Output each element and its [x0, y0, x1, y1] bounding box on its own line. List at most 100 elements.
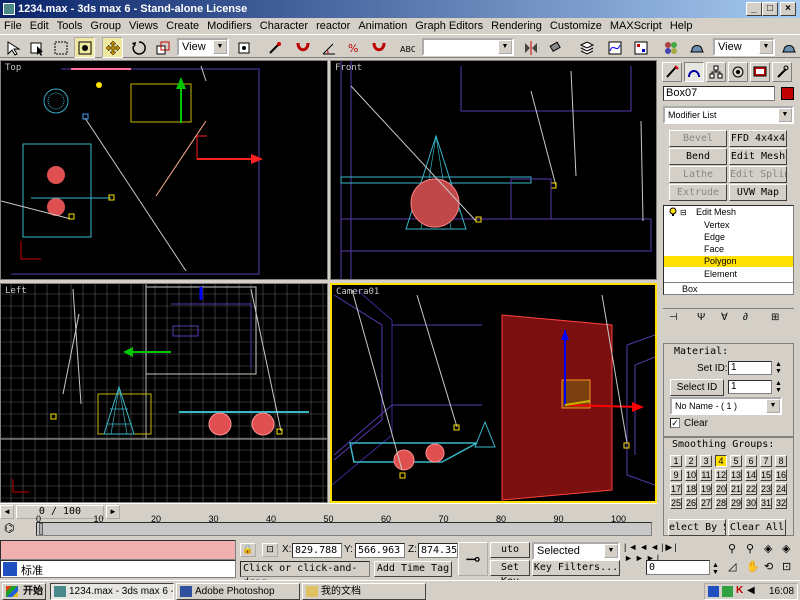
render-type-dropdown[interactable]: View ▼ — [713, 38, 775, 56]
stack-subobject-polygon[interactable]: Polygon — [664, 256, 793, 267]
edit-named-selection-icon[interactable]: ABC — [396, 37, 417, 58]
play-icon[interactable]: ▶ — [665, 542, 674, 552]
select-by-name-icon[interactable] — [26, 37, 47, 58]
network-tray-icon[interactable] — [722, 586, 733, 597]
menu-file[interactable]: File — [0, 18, 26, 34]
curve-editor-icon[interactable] — [604, 37, 625, 58]
angle-snap-icon[interactable] — [318, 37, 339, 58]
uvw-map-button[interactable]: UVW Map — [729, 184, 787, 201]
align-icon[interactable] — [546, 37, 567, 58]
viewport-top[interactable]: Top — [0, 60, 328, 280]
ime-tray-icon[interactable] — [708, 586, 719, 597]
viewport-label[interactable]: Top — [5, 63, 21, 73]
lathe-button[interactable]: Lathe — [669, 166, 727, 183]
current-frame-field[interactable]: 0 — [646, 560, 710, 575]
move-icon[interactable] — [102, 37, 123, 58]
smoothing-group-button[interactable]: 25 — [670, 497, 682, 509]
menu-tools[interactable]: Tools — [53, 18, 87, 34]
stack-base-object[interactable]: Box — [664, 282, 793, 295]
select-id-spinner-icon[interactable]: ▲ ▼ — [775, 380, 782, 394]
reference-coord-dropdown[interactable]: View ▼ — [177, 38, 229, 56]
material-editor-icon[interactable] — [660, 37, 681, 58]
stack-subobject-edge[interactable]: Edge — [704, 232, 725, 243]
smoothing-group-button[interactable]: 19 — [700, 483, 712, 495]
prev-key-icon[interactable]: ◄| — [650, 542, 665, 552]
smoothing-group-button[interactable]: 26 — [685, 497, 697, 509]
viewport-label[interactable]: Front — [335, 63, 362, 73]
lock-selection-icon[interactable]: 🔒 — [240, 543, 256, 557]
schematic-view-icon[interactable] — [630, 37, 651, 58]
smoothing-group-button[interactable]: 32 — [775, 497, 787, 509]
edit-mesh-button[interactable]: Edit Mesh — [729, 148, 787, 165]
spinner-snap-icon[interactable] — [368, 37, 389, 58]
prev-frame-icon[interactable]: ◄ — [0, 505, 14, 519]
smoothing-group-button[interactable]: 30 — [745, 497, 757, 509]
antivirus-tray-icon[interactable]: K — [736, 585, 743, 596]
add-time-tag-button[interactable]: Add Time Tag — [374, 561, 452, 577]
smoothing-group-button[interactable]: 27 — [700, 497, 712, 509]
stack-modifier-edit-mesh[interactable]: Edit Mesh — [696, 207, 736, 218]
set-key-button[interactable]: Set Key — [490, 560, 530, 587]
smoothing-group-button[interactable]: 31 — [760, 497, 772, 509]
smoothing-group-button[interactable]: 1 — [670, 455, 682, 467]
menu-graph-editors[interactable]: Graph Editors — [411, 18, 487, 34]
smoothing-group-button[interactable]: 23 — [760, 483, 772, 495]
set-id-field[interactable]: 1 — [728, 361, 772, 375]
time-slider-thumb[interactable]: 0 / 100 — [16, 505, 104, 519]
snaps-toggle-icon[interactable] — [292, 37, 313, 58]
next-frame-icon[interactable]: ► — [106, 505, 120, 519]
smoothing-group-button[interactable]: 10 — [685, 469, 697, 481]
smoothing-group-button[interactable]: 22 — [745, 483, 757, 495]
smoothing-group-button[interactable]: 12 — [715, 469, 727, 481]
select-id-button[interactable]: Select ID — [670, 379, 724, 396]
smoothing-group-button[interactable]: 8 — [775, 455, 787, 467]
smoothing-group-button[interactable]: 13 — [730, 469, 742, 481]
render-scene-icon[interactable] — [686, 37, 707, 58]
menu-maxscript[interactable]: MAXScript — [606, 18, 666, 34]
key-filters-button[interactable]: Key Filters... — [532, 560, 620, 576]
smoothing-group-button[interactable]: 5 — [730, 455, 742, 467]
maxscript-listener-red[interactable] — [0, 540, 236, 560]
zoom-extents-icon[interactable]: ◈ — [764, 542, 772, 555]
undo-icon[interactable] — [2, 37, 23, 58]
window-crossing-icon[interactable] — [74, 37, 95, 58]
menu-animation[interactable]: Animation — [354, 18, 411, 34]
zoom-icon[interactable]: ⚲ — [728, 542, 736, 555]
z-coord-field[interactable]: 874.35 — [418, 543, 458, 558]
x-coord-field[interactable]: 829.788 — [292, 543, 342, 558]
hierarchy-tab-icon[interactable] — [706, 62, 726, 82]
rect-selection-icon[interactable] — [50, 37, 71, 58]
frame-spinner-icon[interactable]: ▲ ▼ — [712, 562, 719, 576]
viewport-camera[interactable]: Camera01 — [330, 283, 657, 503]
orbit-icon[interactable]: ⟲ — [764, 560, 773, 573]
viewport-left[interactable]: Left — [0, 283, 328, 503]
mirror-icon[interactable] — [520, 37, 541, 58]
pivot-center-icon[interactable] — [233, 37, 254, 58]
configure-sets-icon[interactable]: ⊞ — [771, 312, 779, 323]
y-coord-field[interactable]: 566.963 — [355, 543, 405, 558]
modifier-stack[interactable]: ⊟ Edit Mesh Vertex Edge Face Polygon Ele… — [663, 205, 794, 295]
scale-icon[interactable] — [152, 37, 173, 58]
set-id-spinner-icon[interactable]: ▲ ▼ — [775, 361, 782, 375]
smoothing-group-button[interactable]: 28 — [715, 497, 727, 509]
auto-key-button[interactable]: uto Key — [490, 542, 530, 558]
key-mode-dropdown[interactable]: Selected ▼ — [532, 542, 620, 560]
smoothing-group-button[interactable]: 6 — [745, 455, 757, 467]
smoothing-group-button[interactable]: 14 — [745, 469, 757, 481]
smoothing-group-button[interactable]: 15 — [760, 469, 772, 481]
rotate-icon[interactable] — [128, 37, 149, 58]
zoom-all-icon[interactable]: ⚲ — [746, 542, 754, 555]
smoothing-group-button[interactable]: 16 — [775, 469, 787, 481]
make-unique-icon[interactable]: ∀ — [721, 312, 728, 323]
modifier-list-dropdown[interactable]: Modifier List ▼ — [663, 106, 794, 124]
menu-modifiers[interactable]: Modifiers — [203, 18, 256, 34]
remove-modifier-icon[interactable]: ∂ — [743, 312, 748, 323]
volume-tray-icon[interactable]: ◀ — [747, 585, 755, 596]
goto-start-icon[interactable]: |◄◄ — [624, 542, 650, 552]
smoothing-group-button[interactable]: 18 — [685, 483, 697, 495]
menu-character[interactable]: Character — [256, 18, 312, 34]
menu-edit[interactable]: Edit — [26, 18, 53, 34]
track-bar-key-icon[interactable]: ⌬ — [4, 521, 14, 535]
display-tab-icon[interactable] — [750, 62, 770, 82]
maximize-button[interactable]: □ — [762, 2, 778, 16]
